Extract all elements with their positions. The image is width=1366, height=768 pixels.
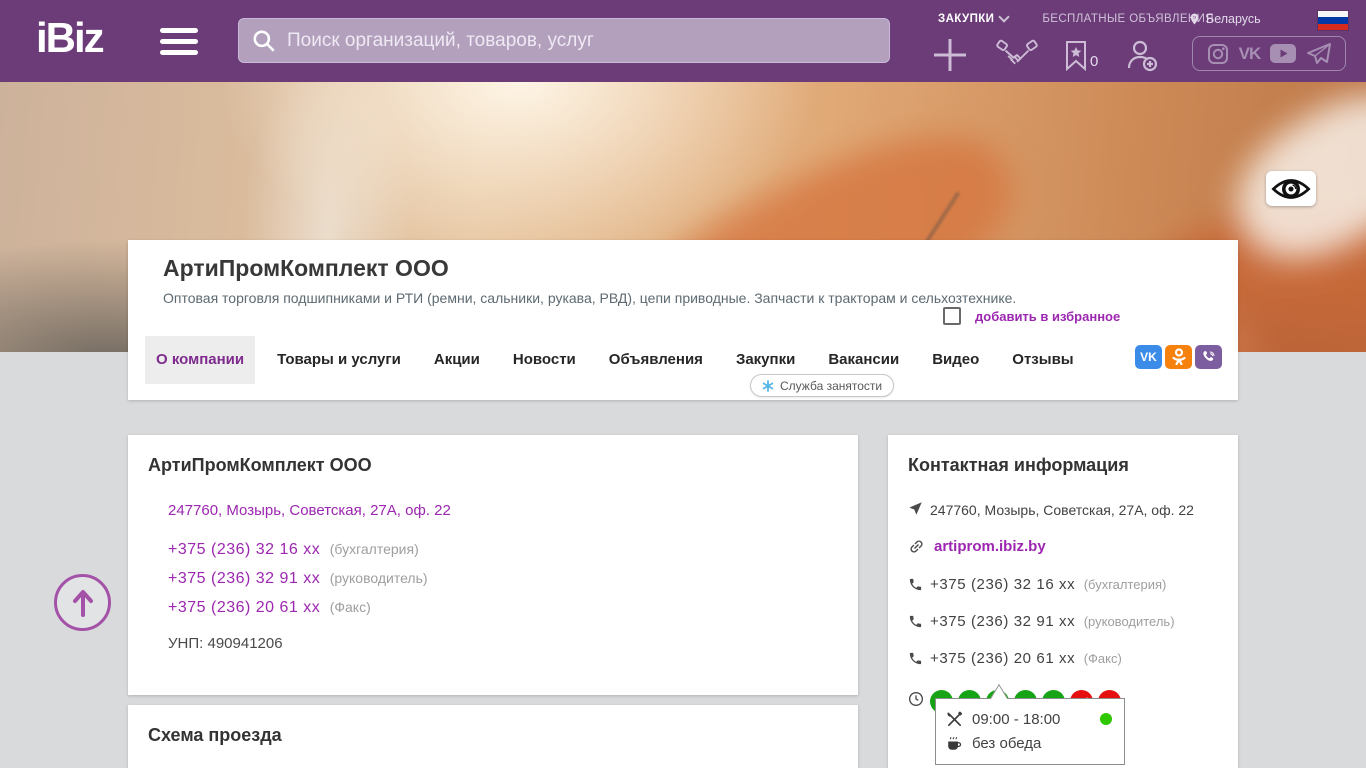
handshake-icon <box>996 39 1038 65</box>
hamburger-menu-icon[interactable] <box>160 28 198 56</box>
tab-ads[interactable]: Объявления <box>598 336 714 384</box>
phone-link[interactable]: +375 (236) 32 91 xx <box>168 570 320 587</box>
company-header-card: АртиПромКомплект ООО Оптовая торговля по… <box>128 240 1238 400</box>
arrow-up-icon <box>72 589 93 617</box>
vk-share-button[interactable]: VK <box>1135 345 1162 369</box>
page: iBiz ЗАКУПКИ БЕСПЛАТНЫЕ ОБЪЯВЛЕНИЯ Белар… <box>0 0 1366 768</box>
back-to-top-button[interactable] <box>54 574 111 631</box>
language-flag-russia[interactable] <box>1318 11 1348 30</box>
tab-promos[interactable]: Акции <box>423 336 491 384</box>
lunch-row: без обеда <box>946 731 1114 755</box>
header-social-links: VK <box>1192 36 1346 71</box>
navigation-arrow-icon <box>908 500 930 516</box>
phone-row: +375 (236) 32 91 xx (руководитель) <box>168 564 838 593</box>
contact-phone[interactable]: +375 (236) 20 61 xx <box>930 650 1075 667</box>
contact-phone[interactable]: +375 (236) 32 91 xx <box>930 613 1075 630</box>
company-social-buttons: VK <box>1132 345 1222 369</box>
viber-phone-icon <box>1202 351 1214 361</box>
viber-button[interactable] <box>1195 345 1222 369</box>
phone-label: (бухгалтерия) <box>329 541 419 557</box>
chevron-down-icon <box>998 11 1010 23</box>
favorites-button[interactable]: 0 <box>1064 40 1098 71</box>
phone-label: (Факс) <box>329 599 371 615</box>
contact-phone-row: +375 (236) 32 16 xx (бухгалтерия) <box>908 576 1218 594</box>
ok-icon <box>1171 348 1186 366</box>
contact-phone-row: +375 (236) 32 91 xx (руководитель) <box>908 613 1218 631</box>
accessibility-eye-button[interactable] <box>1266 171 1316 206</box>
favorite-checkbox[interactable] <box>943 307 961 325</box>
clock-icon <box>908 690 930 707</box>
phone-row: +375 (236) 20 61 xx (Факс) <box>168 593 838 622</box>
header: iBiz ЗАКУПКИ БЕСПЛАТНЫЕ ОБЪЯВЛЕНИЯ Белар… <box>0 0 1366 82</box>
top-nav: ЗАКУПКИ БЕСПЛАТНЫЕ ОБЪЯВЛЕНИЯ <box>938 11 1214 25</box>
open-now-indicator <box>1100 713 1112 725</box>
contact-info-card: Контактная информация 247760, Мозырь, Со… <box>888 435 1238 768</box>
telegram-icon[interactable] <box>1306 42 1332 66</box>
page-title: АртиПромКомплект ООО <box>163 255 449 281</box>
tab-reviews[interactable]: Отзывы <box>1001 336 1084 384</box>
about-card-title: АртиПромКомплект ООО <box>148 455 372 475</box>
tab-news[interactable]: Новости <box>502 336 587 384</box>
phone-icon <box>908 576 930 592</box>
contact-phone-label: (бухгалтерия) <box>1083 577 1167 592</box>
partners-button[interactable] <box>996 38 1038 72</box>
add-company-button[interactable] <box>930 35 970 75</box>
company-address-link[interactable]: 247760, Мозырь, Советская, 27А, оф. 22 <box>168 502 838 519</box>
contact-website-row: artiprom.ibiz.by <box>908 537 1218 555</box>
company-website-link[interactable]: artiprom.ibiz.by <box>934 537 1046 555</box>
working-hours-row: 09:00 - 18:00 <box>946 707 1114 731</box>
company-description: Оптовая торговля подшипниками и РТИ (рем… <box>163 290 1017 306</box>
contact-phone[interactable]: +375 (236) 32 16 xx <box>930 576 1075 593</box>
instagram-icon[interactable] <box>1206 42 1230 66</box>
ibiz-logo[interactable]: iBiz <box>36 14 105 62</box>
employment-service-badge[interactable]: Служба занятости <box>750 374 895 397</box>
unp-number: УНП: 490941206 <box>168 635 283 652</box>
about-company-card: АртиПромКомплект ООО 247760, Мозырь, Сов… <box>128 435 858 695</box>
tools-icon <box>947 711 963 726</box>
lunch-info: без обеда <box>972 734 1042 752</box>
contact-card-title: Контактная информация <box>908 455 1129 475</box>
link-icon <box>908 537 930 555</box>
phone-label: (руководитель) <box>329 570 428 586</box>
user-add-icon <box>1128 40 1158 72</box>
phone-icon <box>908 613 930 629</box>
login-button[interactable] <box>1124 38 1158 72</box>
youtube-icon[interactable] <box>1269 43 1297 64</box>
schedule-tooltip: 09:00 - 18:00 без обеда <box>935 683 1125 765</box>
phone-link[interactable]: +375 (236) 20 61 xx <box>168 599 320 616</box>
favorites-count: 0 <box>1090 52 1099 70</box>
tab-products[interactable]: Товары и услуги <box>266 336 412 384</box>
map-card-title: Схема проезда <box>148 725 282 745</box>
plus-icon <box>934 39 966 71</box>
location-pin-icon <box>1190 13 1199 25</box>
add-to-favorites-link[interactable]: добавить в избранное <box>975 309 1120 324</box>
vk-icon[interactable]: VK <box>1239 44 1262 64</box>
tab-video[interactable]: Видео <box>921 336 990 384</box>
bookmark-star-icon <box>1066 40 1086 71</box>
country-selector[interactable]: Беларусь <box>1188 11 1261 27</box>
contact-phone-label: (Факс) <box>1083 651 1122 666</box>
zakupki-menu[interactable]: ЗАКУПКИ <box>938 11 1010 25</box>
working-hours: 09:00 - 18:00 <box>972 710 1061 728</box>
phone-icon <box>908 650 930 666</box>
tab-about[interactable]: О компании <box>145 336 256 384</box>
search-icon <box>253 29 275 52</box>
header-icons: 0 <box>930 34 1184 76</box>
phone-row: +375 (236) 32 16 xx (бухгалтерия) <box>168 535 838 564</box>
company-tabs: О компании Товары и услуги Акции Новости… <box>145 336 1096 384</box>
map-card: Схема проезда <box>128 705 858 768</box>
contact-phone-row: +375 (236) 20 61 xx (Факс) <box>908 650 1218 668</box>
eye-icon <box>1271 178 1311 199</box>
employment-service-icon <box>762 379 774 392</box>
contact-phone-label: (руководитель) <box>1083 614 1175 629</box>
phone-list: +375 (236) 32 16 xx (бухгалтерия) +375 (… <box>168 535 838 622</box>
phone-link[interactable]: +375 (236) 32 16 xx <box>168 541 320 558</box>
odnoklassniki-button[interactable] <box>1165 345 1192 369</box>
contact-address-row: 247760, Мозырь, Советская, 27А, оф. 22 <box>908 500 1218 518</box>
search-input[interactable] <box>277 19 889 62</box>
coffee-cup-icon <box>948 736 962 750</box>
search-bar[interactable] <box>238 18 890 63</box>
contact-address: 247760, Мозырь, Советская, 27А, оф. 22 <box>930 502 1194 518</box>
